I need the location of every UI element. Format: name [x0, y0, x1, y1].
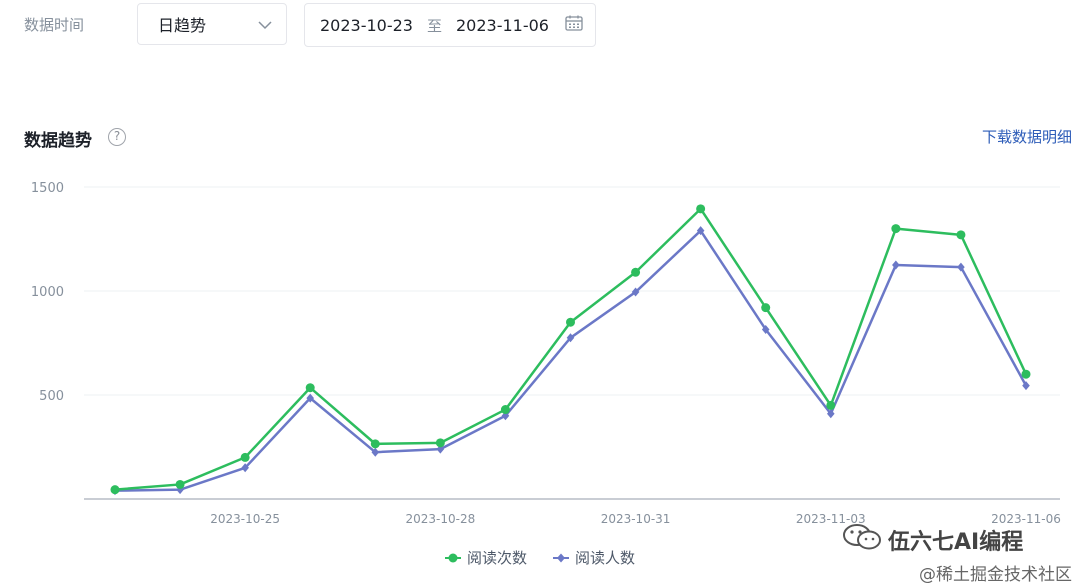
date-end-input[interactable]: 2023-11-06	[456, 16, 549, 35]
download-details-link[interactable]: 下载数据明细	[982, 126, 1072, 147]
legend-item-readers[interactable]: 阅读人数	[553, 547, 635, 568]
watermark-line1: 伍六七AI编程	[888, 530, 1024, 555]
data-point-reads	[175, 479, 185, 489]
granularity-value: 日趋势	[158, 16, 207, 35]
data-point-reads	[305, 383, 315, 393]
wechat-icon	[842, 524, 882, 556]
legend-item-reads[interactable]: 阅读次数	[444, 547, 527, 568]
watermark-primary: 伍六七AI编程	[842, 524, 1023, 556]
data-point-reads	[1021, 369, 1031, 379]
section-title: 数据趋势	[24, 131, 92, 151]
date-separator: 至	[426, 16, 442, 35]
watermark-line2: @稀土掘金技术社区	[919, 565, 1072, 585]
help-icon[interactable]: ?	[108, 128, 126, 146]
legend-diamond-marker	[553, 553, 569, 562]
data-point-reads	[435, 438, 445, 448]
legend-label-reads: 阅读次数	[466, 549, 527, 567]
y-tick-label: 500	[39, 389, 64, 404]
legend-circle-marker	[444, 553, 461, 562]
calendar-icon[interactable]	[565, 15, 583, 35]
x-tick-label: 2023-10-28	[405, 512, 475, 526]
x-tick-label: 2023-10-25	[210, 512, 280, 526]
data-point-reads	[110, 485, 120, 495]
data-time-label: 数据时间	[24, 16, 85, 34]
data-point-reads	[370, 439, 380, 449]
y-tick-label: 1000	[31, 285, 64, 300]
x-tick-label: 2023-10-31	[601, 512, 671, 526]
data-point-reads	[826, 400, 836, 410]
data-point-reads	[566, 317, 575, 327]
date-range-picker[interactable]: 2023-10-23 至 2023-11-06	[304, 3, 596, 47]
data-point-reads	[696, 204, 706, 214]
data-point-reads	[891, 224, 901, 234]
data-point-reads	[631, 267, 641, 277]
data-point-reads	[761, 303, 771, 313]
granularity-select[interactable]: 日趋势	[137, 3, 287, 45]
chevron-down-icon	[258, 15, 272, 34]
y-tick-label: 1500	[31, 181, 64, 196]
data-point-reads	[500, 405, 510, 415]
date-start-input[interactable]: 2023-10-23	[320, 16, 413, 35]
legend-label-readers: 阅读人数	[575, 549, 636, 567]
data-point-reads	[240, 452, 250, 462]
series-line-0	[114, 207, 1028, 491]
trend-chart: 500 1000 1500 2023-10-25 2023-10-28 2023-10-3…	[31, 181, 1061, 526]
data-point-reads	[956, 230, 966, 240]
